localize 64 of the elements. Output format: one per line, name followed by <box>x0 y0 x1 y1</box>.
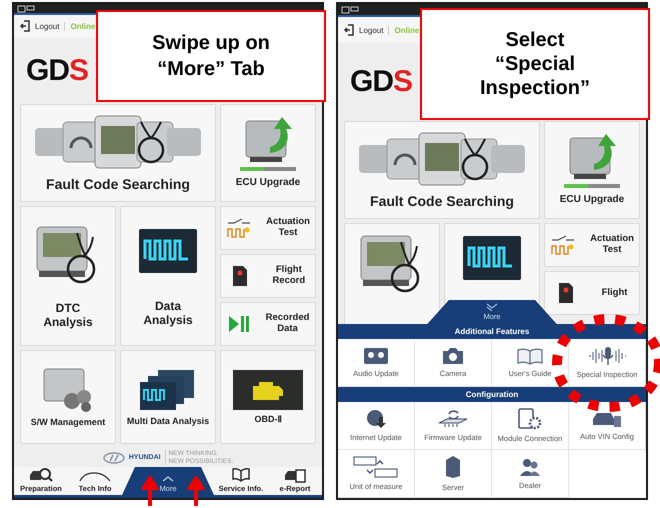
section-header: Configuration <box>464 389 520 401</box>
tile-label: Fault Code Searching <box>46 176 190 192</box>
logout-icon[interactable] <box>344 24 354 36</box>
menu-tile[interactable]: Fault Code Searching <box>20 104 216 202</box>
menu-tile[interactable]: ECU Upgrade <box>220 104 316 202</box>
menu-tile[interactable]: Actuation Test <box>544 223 640 267</box>
tablet-gear-icon <box>518 408 542 430</box>
instruction-callout: Swipe up on “More” Tab <box>96 10 326 102</box>
logout-icon[interactable] <box>20 20 30 32</box>
tile-label: Flight Record <box>272 265 306 288</box>
tile-label: ECU Upgrade <box>560 194 624 206</box>
tile-label: Flight <box>602 288 628 298</box>
chevron-up-icon <box>162 474 174 483</box>
chip-refresh-icon <box>437 409 469 429</box>
logout-link[interactable]: Logout <box>359 26 390 34</box>
menu-tile[interactable]: Flight Record <box>220 254 316 298</box>
instruction-callout: Select “Special Inspection” <box>420 8 650 120</box>
cassette-icon <box>363 347 389 365</box>
tile-label: Multi Data Analysis <box>126 416 210 426</box>
memory-card-icon <box>230 264 249 288</box>
app-logo: GDS <box>26 54 88 88</box>
square-wave-icon <box>226 217 252 240</box>
tile-label: Fault Code Searching <box>370 192 514 210</box>
section-header: Additional Features <box>454 326 530 338</box>
car-outline-icon <box>79 470 112 483</box>
menu-tile[interactable]: Fault Code Searching <box>344 121 540 219</box>
square-wave-icon <box>550 234 576 256</box>
chevron-down-icon <box>486 303 498 311</box>
server-icon <box>444 455 462 479</box>
tile-label: Actuation Test <box>266 217 310 240</box>
menu-tile[interactable]: OBD-Ⅱ <box>220 350 316 444</box>
status-icons <box>17 4 35 13</box>
tile-label: Data Analysis <box>143 300 193 328</box>
tile-label: S/W Management <box>30 417 106 428</box>
tile-label: ECU Upgrade <box>236 177 300 189</box>
book-icon <box>516 347 544 365</box>
menu-tile[interactable]: Flight <box>544 271 640 315</box>
status-icons <box>341 6 359 14</box>
tile-label: Recorded Data <box>266 313 310 336</box>
menu-tile[interactable]: DTC Analysis <box>20 206 116 346</box>
check-engine-icon <box>233 370 303 410</box>
menu-tile[interactable]: Recorded Data <box>220 302 316 346</box>
tile-label: DTC Analysis <box>43 302 93 330</box>
menu-tile[interactable]: S/W Management <box>20 350 116 444</box>
tile-label: Actuation Test <box>590 234 634 256</box>
connection-status: Online <box>394 26 420 34</box>
logout-link[interactable]: Logout <box>35 22 66 31</box>
microphone-wave-icon <box>587 346 627 366</box>
people-icon <box>519 457 541 477</box>
car-icon <box>592 410 622 428</box>
menu-tile[interactable]: Actuation Test <box>220 206 316 250</box>
memory-card-icon <box>556 281 575 305</box>
connection-status: Online <box>70 22 96 31</box>
play-pause-icon <box>226 314 251 334</box>
globe-download-icon <box>365 409 387 429</box>
book-icon <box>230 466 251 483</box>
menu-tile[interactable]: ECU Upgrade <box>544 121 640 219</box>
brand-logo-icon <box>102 452 125 464</box>
menu-tile[interactable]: Data Analysis <box>120 206 216 346</box>
app-logo: GDS <box>350 65 412 99</box>
camera-icon <box>442 347 464 365</box>
unit-swap-icon <box>353 456 399 478</box>
menu-tile[interactable]: Multi Data Analysis <box>120 350 216 444</box>
tile-label: OBD-Ⅱ <box>254 414 282 424</box>
